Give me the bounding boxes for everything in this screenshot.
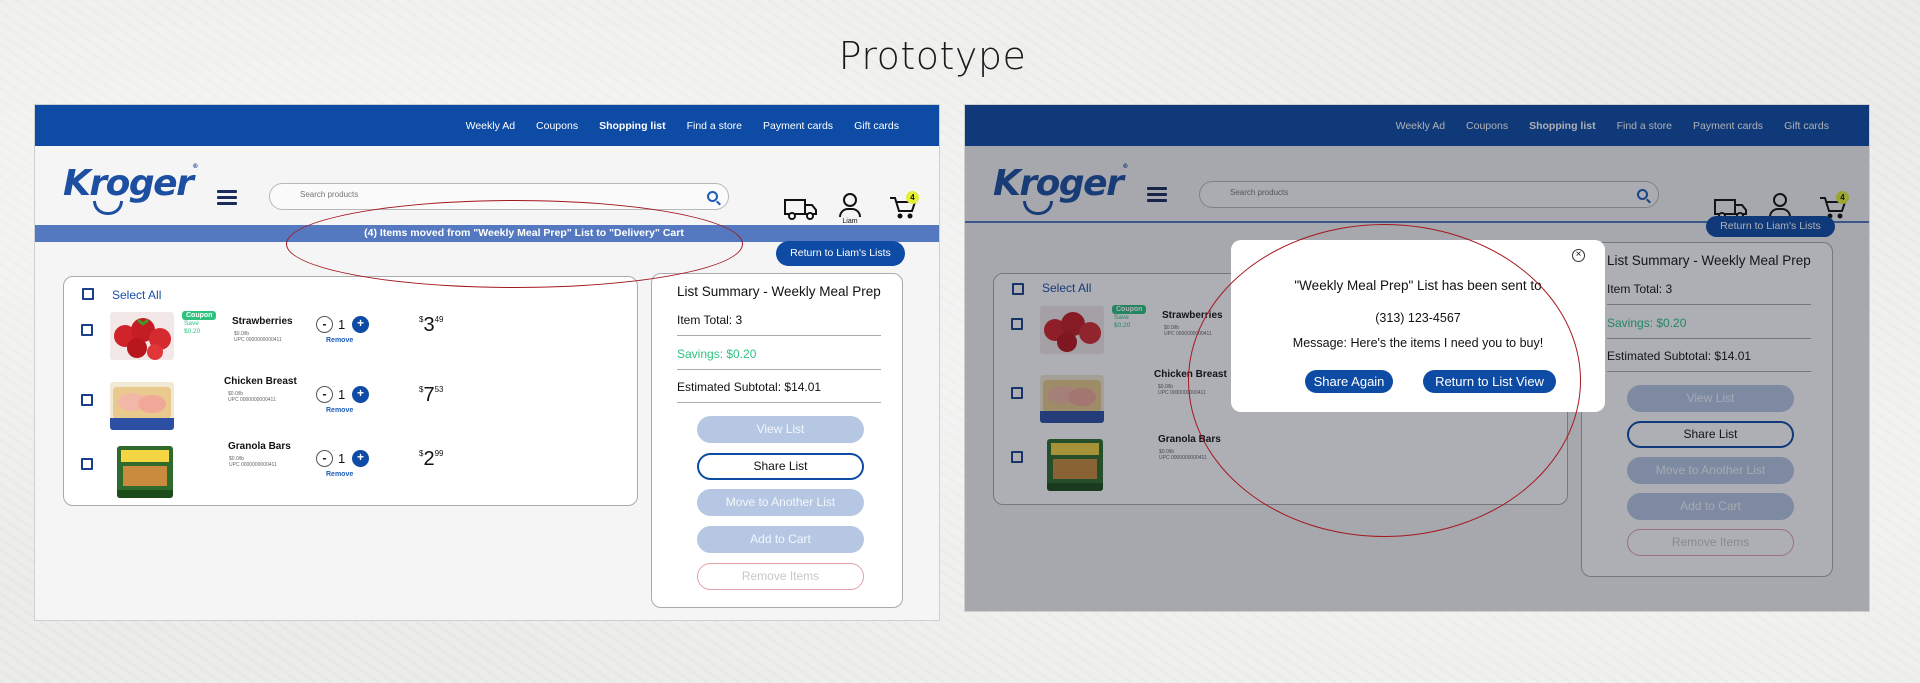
list-shared-modal: × "Weekly Meal Prep" List has been sent … [1231,240,1605,412]
logo-swoosh [93,201,123,215]
product-meta: $0.0/lb UPC 0000000000411 [234,331,282,343]
account-name: Liam [842,218,858,225]
kroger-logo[interactable]: Kroger® [63,163,198,204]
granola-bars-image [117,446,173,498]
product-name: Strawberries [232,316,293,327]
product-meta: $0.0/lb UPC 0000000000411 [228,391,276,403]
quantity-value: 1 [338,317,346,332]
product-price: $349 [419,314,444,336]
nav-gift-cards[interactable]: Gift cards [854,120,899,132]
return-to-lists-button[interactable]: Return to Liam's Lists [776,241,905,266]
select-all-checkbox[interactable] [82,288,94,300]
chicken-breast-image [110,382,174,430]
decrease-qty-button[interactable]: - [316,316,333,333]
close-icon[interactable]: × [1572,249,1585,262]
delivery-truck-icon[interactable] [784,197,818,221]
item-checkbox[interactable] [81,458,93,470]
decrease-qty-button[interactable]: - [316,450,333,467]
remove-items-button[interactable]: Remove Items [697,563,864,590]
nav-find-store[interactable]: Find a store [687,120,742,132]
item-checkbox[interactable] [81,394,93,406]
share-list-button[interactable]: Share List [697,453,864,480]
nav-shopping-list[interactable]: Shopping list [599,120,666,132]
remove-link[interactable]: Remove [326,337,353,344]
summary-title: List Summary - Weekly Meal Prep [677,284,881,299]
view-list-button[interactable]: View List [697,416,864,443]
nav-coupons[interactable]: Coupons [536,120,578,132]
product-price: $299 [419,448,444,470]
item-total: Item Total: 3 [677,304,881,336]
nav-weekly-ad[interactable]: Weekly Ad [466,120,515,132]
account-icon [843,193,857,207]
increase-qty-button[interactable]: + [352,450,369,467]
list-item: Coupon Save $0.20 Strawberries $0.0/lb UPC… [64,311,637,368]
search-icon[interactable] [707,191,718,202]
increase-qty-button[interactable]: + [352,386,369,403]
product-meta: $0.0/lb UPC 0000000000411 [229,456,277,468]
decrease-qty-button[interactable]: - [316,386,333,403]
coupon-badge[interactable]: Coupon [182,311,217,320]
move-to-another-list-button[interactable]: Move to Another List [697,489,864,516]
prototype-screen-list: Weekly Ad Coupons Shopping list Find a s… [34,104,940,621]
search-input[interactable] [300,190,680,199]
coupon-save-text: Save $0.20 [184,320,201,335]
quantity-stepper: - 1 + [316,316,376,334]
product-name: Granola Bars [228,441,291,452]
search-bar[interactable] [269,183,729,210]
items-moved-banner: (4) Items moved from "Weekly Meal Prep" … [35,225,939,242]
quantity-value: 1 [338,387,346,402]
list-item: Chicken Breast $0.0/lb UPC 0000000000411 … [64,376,637,438]
increase-qty-button[interactable]: + [352,316,369,333]
savings-total: Savings: $0.20 [677,338,881,370]
prototype-screen-share-modal: Weekly Ad Coupons Shopping list Find a s… [964,104,1870,612]
share-again-button[interactable]: Share Again [1305,370,1393,393]
quantity-stepper: - 1 + [316,450,376,468]
list-summary-panel: List Summary - Weekly Meal Prep Item Tot… [651,273,903,608]
remove-link[interactable]: Remove [326,471,353,478]
product-name: Chicken Breast [224,376,297,387]
add-to-cart-button[interactable]: Add to Cart [697,526,864,553]
page-title: Prototype [838,34,1027,78]
remove-link[interactable]: Remove [326,407,353,414]
item-checkbox[interactable] [81,324,93,336]
quantity-value: 1 [338,451,346,466]
modal-heading: "Weekly Meal Prep" List has been sent to [1294,278,1542,293]
return-to-list-view-button[interactable]: Return to List View [1423,370,1556,393]
list-item: Granola Bars $0.0/lb UPC 0000000000411 - … [64,441,637,509]
menu-icon[interactable] [217,190,237,205]
nav-payment-cards[interactable]: Payment cards [763,120,833,132]
cart-count-badge: 4 [906,191,919,204]
modal-phone: (313) 123-4567 [1375,311,1461,325]
strawberries-image [110,312,174,360]
account-menu[interactable]: Liam [835,193,865,227]
modal-message: Message: Here's the items I need you to … [1292,336,1544,350]
top-nav: Weekly Ad Coupons Shopping list Find a s… [35,105,939,146]
shopping-list-panel: Select All Coupon Save $0.20 Strawberries… [63,276,638,506]
quantity-stepper: - 1 + [316,386,376,404]
select-all-label[interactable]: Select All [112,288,161,302]
estimated-subtotal: Estimated Subtotal: $14.01 [677,371,881,403]
product-price: $753 [419,384,444,406]
